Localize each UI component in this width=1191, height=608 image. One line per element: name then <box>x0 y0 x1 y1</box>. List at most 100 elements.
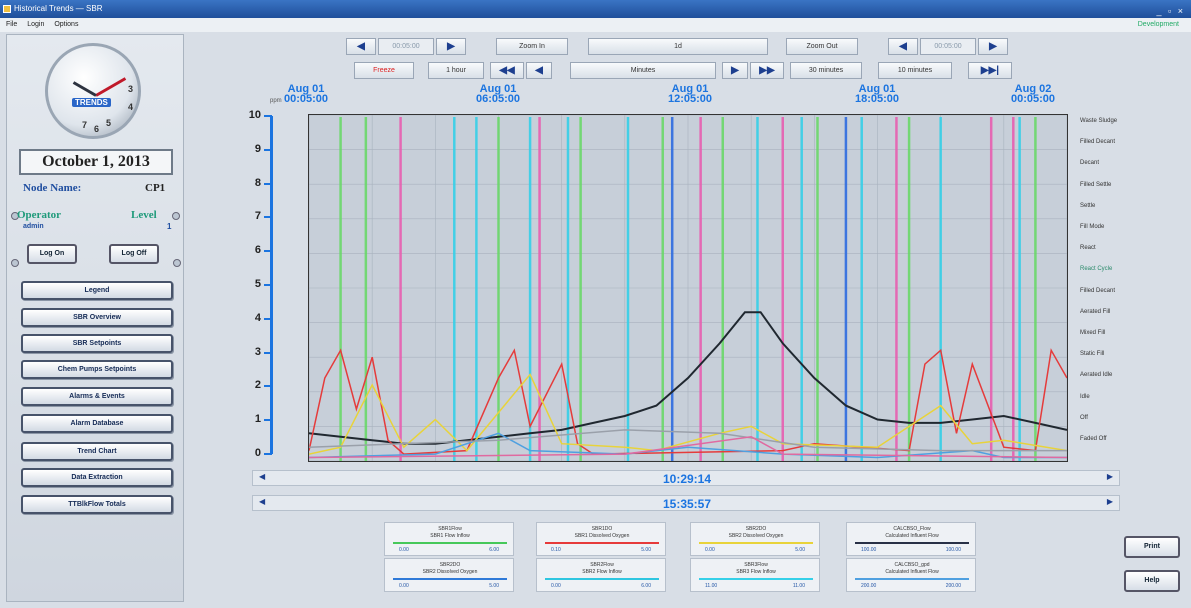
y-tick-label: 0 <box>254 447 261 459</box>
cursor-1-scrollbar[interactable]: ◀ 10:29:14 ▶ <box>252 470 1120 486</box>
x-axis-label: Aug 01 00:05:00 <box>271 84 341 105</box>
pen-card[interactable]: CALCBSO_Flow Calculated Influent Flow 100.… <box>846 522 976 556</box>
cursor-2-scrollbar[interactable]: ◀ 15:35:57 ▶ <box>252 495 1120 511</box>
start-back-button[interactable]: ◀ <box>346 38 376 55</box>
end-time-field[interactable]: 00:05:00 <box>920 38 976 55</box>
pen-description: Calculated Influent Flow <box>885 533 939 539</box>
resolution-toolbar: Freeze 1 hour ◀◀ ◀ Minutes ▶ ▶▶ 30 minut… <box>190 62 1184 80</box>
menu-options[interactable]: Options <box>54 21 78 28</box>
nav-legend-button[interactable]: Legend <box>21 281 173 300</box>
y-tick-mark <box>264 115 272 117</box>
clock-number: 6 <box>94 124 100 134</box>
zoom-value-field[interactable]: 1d <box>588 38 768 55</box>
pen-min-value: 11.00 <box>705 583 718 589</box>
nav-flow-totals-button[interactable]: TTBlkFlow Totals <box>21 495 173 514</box>
pen-tag: CALCBSO_gpd <box>894 562 930 568</box>
y-tick-label: 3 <box>254 345 261 358</box>
print-button[interactable]: Print <box>1124 536 1180 558</box>
operator-value: admin <box>23 223 44 230</box>
fast-forward-button[interactable]: ▶▶ <box>750 62 784 79</box>
state-legend-item: Filled Decant <box>1080 287 1116 294</box>
pen-description: SBR2 Flow Inflow <box>582 569 622 575</box>
state-legend-item: Idle <box>1080 393 1090 400</box>
nav-alarms-events-button[interactable]: Alarms & Events <box>21 387 173 406</box>
pen-color-line <box>393 542 507 544</box>
ten-minutes-button[interactable]: 10 minutes <box>878 62 952 79</box>
node-name-value: CP1 <box>145 182 166 194</box>
resolution-field[interactable]: Minutes <box>570 62 716 79</box>
pen-card[interactable]: SBR2DO SBR2 Dissolved Oxygen 0.00 5.00 <box>690 522 820 556</box>
pen-card[interactable]: SBR1DO SBR1 Dissolved Oxygen 0.10 5.00 <box>536 522 666 556</box>
log-on-button[interactable]: Log On <box>27 244 77 264</box>
y-tick-label: 1 <box>254 413 261 426</box>
nav-alarm-database-button[interactable]: Alarm Database <box>21 414 173 433</box>
x-axis-time: 06:05:00 <box>475 93 521 105</box>
y-tick-label: 8 <box>254 176 261 189</box>
level-label: Level <box>131 209 157 221</box>
pen-tag: SBR2Flow <box>590 562 614 568</box>
menu-login[interactable]: Login <box>27 21 44 28</box>
nav-chem-pumps-button[interactable]: Chem Pumps Setpoints <box>21 360 173 379</box>
state-legend-item: React <box>1080 245 1096 252</box>
menu-file[interactable]: File <box>6 21 17 28</box>
freeze-button[interactable]: Freeze <box>354 62 414 79</box>
zoom-in-button[interactable]: Zoom In <box>496 38 568 55</box>
app-icon <box>3 5 11 13</box>
step-back-button[interactable]: ◀ <box>526 62 552 79</box>
pen-tag: SBR2DO <box>745 526 767 532</box>
state-legend-item: Static Fill <box>1080 351 1105 358</box>
x-axis-time: 12:05:00 <box>667 93 713 105</box>
nav-trend-chart-button[interactable]: Trend Chart <box>21 442 173 461</box>
pen-max-value: 5.00 <box>795 547 805 553</box>
nav-data-extraction-button[interactable]: Data Extraction <box>21 468 173 487</box>
pen-card[interactable]: SBR1Flow SBR1 Flow Inflow 0.00 6.00 <box>384 522 514 556</box>
cursor-2-right-arrow[interactable]: ▶ <box>1107 497 1113 506</box>
level-value: 1 <box>167 222 172 231</box>
start-time-field[interactable]: 00:05:00 <box>378 38 434 55</box>
zoom-out-button[interactable]: Zoom Out <box>786 38 858 55</box>
nav-sbr-setpoints-button[interactable]: SBR Setpoints <box>21 334 173 353</box>
clock-number: 3 <box>128 84 134 94</box>
x-axis-time: 00:05:00 <box>283 93 329 105</box>
pen-description: SBR2 Dissolved Oxygen <box>728 533 784 539</box>
left-panel: 7 6 5 4 3 TRENDS October 1, 2013 Node Na… <box>6 34 184 602</box>
cursor-1-right-arrow[interactable]: ▶ <box>1107 472 1113 481</box>
pen-card[interactable]: SBR2DO SBR2 Dissolved Oxygen 0.00 5.00 <box>384 558 514 592</box>
y-tick-mark <box>264 419 272 422</box>
log-off-button[interactable]: Log Off <box>109 244 159 264</box>
nav-sbr-overview-button[interactable]: SBR Overview <box>21 308 173 327</box>
thirty-minutes-button[interactable]: 30 minutes <box>790 62 862 79</box>
state-legend-item: Filled Settle <box>1080 181 1112 188</box>
pen-card[interactable]: SBR3Flow SBR3 Flow Inflow 11.00 11.00 <box>690 558 820 592</box>
one-hour-button[interactable]: 1 hour <box>428 62 484 79</box>
trend-plot-area[interactable] <box>308 114 1068 462</box>
end-back-button[interactable]: ◀ <box>888 38 918 55</box>
pen-card[interactable]: CALCBSO_gpd Calculated Influent Flow 200.0… <box>846 558 976 592</box>
fast-back-button[interactable]: ◀◀ <box>490 62 524 79</box>
jump-to-end-button[interactable]: ▶▶| <box>968 62 1012 79</box>
start-forward-button[interactable]: ▶ <box>436 38 466 55</box>
pen-card[interactable]: SBR2Flow SBR2 Flow Inflow 0.00 6.00 <box>536 558 666 592</box>
clock-number: 4 <box>128 102 134 112</box>
pen-description: SBR1 Dissolved Oxygen <box>574 533 630 539</box>
help-button[interactable]: Help <box>1124 570 1180 592</box>
window-title: Historical Trends — SBR <box>14 4 103 13</box>
step-forward-button[interactable]: ▶ <box>722 62 748 79</box>
x-axis-label: Aug 01 06:05:00 <box>463 84 533 105</box>
y-tick-label: 4 <box>254 311 261 324</box>
pen-min-value: 100.00 <box>861 547 877 553</box>
y-tick-label: 5 <box>254 278 261 290</box>
state-legend-item: Mixed Fill <box>1080 330 1106 336</box>
pen-description: SBR2 Dissolved Oxygen <box>422 569 478 575</box>
pen-max-value: 5.00 <box>489 583 499 589</box>
cursor-2-time: 15:35:57 <box>662 497 712 511</box>
x-axis-label: Aug 01 18:05:00 <box>842 84 912 105</box>
y-tick-mark <box>264 250 272 253</box>
y-tick-mark <box>264 317 272 320</box>
clock-logo: TRENDS <box>72 98 111 107</box>
end-forward-button[interactable]: ▶ <box>978 38 1008 55</box>
y-tick-label: 2 <box>254 379 261 392</box>
status-indicator-icon <box>173 259 181 267</box>
pen-max-value: 11.00 <box>792 583 805 589</box>
pen-max-value: 5.00 <box>641 547 651 553</box>
